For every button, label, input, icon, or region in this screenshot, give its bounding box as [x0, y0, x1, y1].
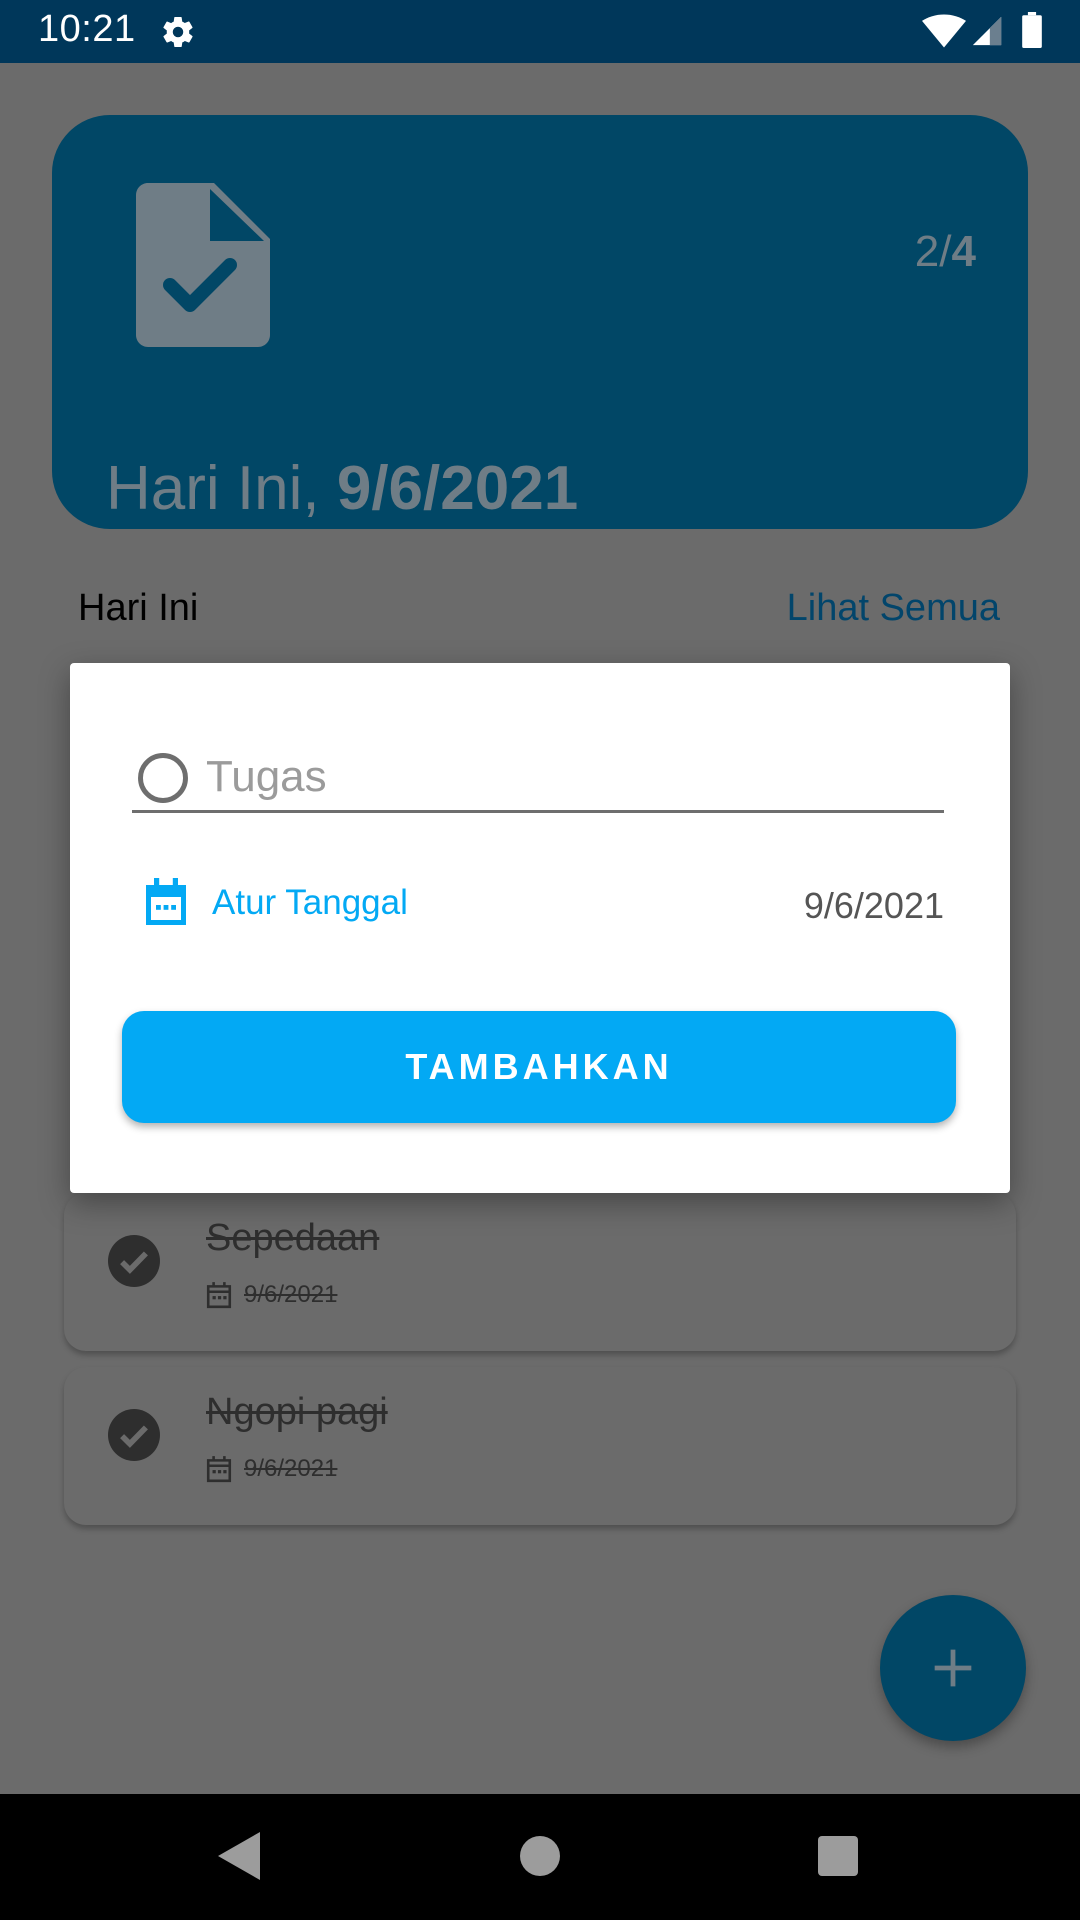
- gear-icon: [163, 17, 193, 48]
- task-title: Ngopi pagi: [206, 1391, 388, 1433]
- recents-icon[interactable]: [818, 1836, 858, 1876]
- task-card[interactable]: Ngopi pagi 9/6/2021: [64, 1367, 1016, 1525]
- completed-count: 2: [914, 227, 940, 276]
- status-bar: 10:21: [0, 0, 1080, 63]
- task-counter: 2/4: [915, 227, 976, 277]
- wifi-icon: [922, 14, 966, 48]
- add-task-fab[interactable]: [880, 1595, 1026, 1741]
- calendar-icon: [206, 1282, 232, 1309]
- add-button[interactable]: TAMBAHKAN: [122, 1011, 956, 1123]
- task-date: 9/6/2021: [244, 1281, 338, 1308]
- back-icon[interactable]: [218, 1832, 260, 1880]
- battery-icon: [1022, 12, 1042, 48]
- task-date-row: 9/6/2021: [206, 1455, 337, 1483]
- add-task-dialog: Atur Tanggal 9/6/2021 TAMBAHKAN: [70, 663, 1010, 1193]
- section-title: Hari Ini: [78, 587, 199, 629]
- check-circle-icon[interactable]: [108, 1409, 160, 1461]
- document-check-icon: [136, 183, 270, 347]
- plus-icon: [934, 1649, 972, 1687]
- selected-date: 9/6/2021: [803, 885, 944, 926]
- task-date: 9/6/2021: [244, 1455, 338, 1482]
- radio-circle-icon[interactable]: [136, 751, 190, 805]
- signal-icon: [972, 16, 1002, 46]
- set-date-label: Atur Tanggal: [212, 883, 408, 922]
- task-field: [132, 743, 944, 813]
- calendar-icon: [206, 1456, 232, 1483]
- task-date-row: 9/6/2021: [206, 1281, 337, 1309]
- task-title: Sepedaan: [206, 1217, 380, 1259]
- card-date: Hari Ini, 9/6/2021: [106, 453, 578, 524]
- task-card[interactable]: Sepedaan 9/6/2021: [64, 1193, 1016, 1351]
- total-count: 4: [951, 227, 976, 276]
- summary-card: 2/4 Hari Ini, 9/6/2021: [52, 115, 1028, 529]
- card-date-value: 9/6/2021: [336, 454, 579, 523]
- see-all-link[interactable]: Lihat Semua: [787, 587, 1000, 630]
- status-time: 10:21: [38, 8, 136, 50]
- counter-separator: /: [939, 227, 952, 276]
- check-circle-icon[interactable]: [108, 1235, 160, 1287]
- navigation-bar: [0, 1794, 1080, 1920]
- card-date-prefix: Hari Ini,: [106, 454, 337, 523]
- home-icon[interactable]: [520, 1836, 560, 1876]
- set-date-button[interactable]: Atur Tanggal: [142, 877, 408, 929]
- task-input[interactable]: [206, 747, 926, 807]
- calendar-icon: [146, 878, 186, 925]
